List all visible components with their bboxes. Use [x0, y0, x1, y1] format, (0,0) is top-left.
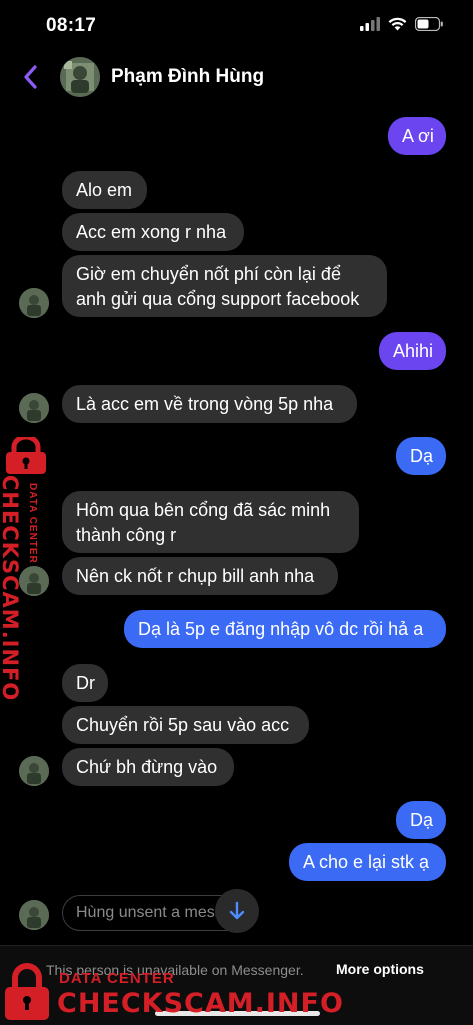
message-text: A cho e lại stk ạ	[303, 852, 430, 872]
message-text-line: thành công r	[76, 525, 177, 545]
arrow-down-icon	[229, 901, 245, 920]
message-text: Nên ck nốt r chụp bill anh nha	[76, 566, 315, 586]
message-bubble-incoming[interactable]: Chuyển rồi 5p sau vào acc	[62, 706, 309, 744]
contact-avatar-small[interactable]	[19, 393, 49, 423]
wifi-icon	[388, 17, 407, 31]
conversation-header: Phạm Đình Hùng	[0, 52, 473, 104]
back-button[interactable]	[20, 64, 42, 90]
message-text: Chứ bh đừng vào	[76, 757, 218, 777]
chevron-left-icon	[24, 65, 37, 89]
message-bubble-incoming[interactable]: Giờ em chuyển nốt phí còn lại để anh gửi…	[62, 255, 387, 317]
message-bubble-outgoing[interactable]: Ahihi	[379, 332, 446, 370]
more-options-link[interactable]: More options	[336, 961, 424, 977]
contact-avatar-small[interactable]	[19, 566, 49, 596]
watermark-text-small: DATA CENTER	[59, 970, 175, 987]
clock: 08:17	[46, 15, 97, 36]
message-text: Dạ là 5p e đăng nhập vô dc rồi hả a	[138, 619, 424, 639]
watermark-lock-icon	[6, 437, 46, 474]
avatar-image	[19, 288, 49, 318]
message-text: Chuyển rồi 5p sau vào acc	[76, 715, 290, 735]
message-text: Acc em xong r nha	[76, 222, 227, 242]
avatar-image	[19, 566, 49, 596]
avatar-image	[19, 756, 49, 786]
contact-avatar-small[interactable]	[19, 756, 49, 786]
signal-icon	[360, 17, 380, 31]
message-text-line: Hôm qua bên cổng đã sác minh	[76, 500, 331, 520]
message-bubble-incoming[interactable]: Dr	[62, 664, 108, 702]
message-bubble-outgoing[interactable]: Dạ	[396, 801, 446, 839]
message-text: Alo em	[76, 180, 133, 200]
message-bubble-outgoing[interactable]: Dạ	[396, 437, 446, 475]
contact-avatar-small[interactable]	[19, 288, 49, 318]
message-bubble-outgoing[interactable]: A ơi	[388, 117, 446, 155]
message-bubble-incoming[interactable]: Alo em	[62, 171, 147, 209]
message-text: Dạ	[410, 446, 434, 466]
message-bubble-incoming[interactable]: Acc em xong r nha	[62, 213, 244, 251]
message-bubble-outgoing[interactable]: Dạ là 5p e đăng nhập vô dc rồi hả a	[124, 610, 446, 648]
message-text-line: Giờ em chuyển nốt phí còn lại để	[76, 264, 341, 284]
message-text: Ahihi	[393, 341, 434, 361]
status-bar: 08:17	[0, 0, 473, 52]
watermark-text-small: DATA CENTER	[27, 483, 38, 564]
message-text: Dr	[76, 673, 95, 693]
contact-avatar[interactable]	[60, 57, 100, 97]
message-bubble-incoming[interactable]: Là acc em về trong vòng 5p nha	[62, 385, 357, 423]
message-text: Là acc em về trong vòng 5p nha	[76, 394, 334, 414]
contact-avatar-small[interactable]	[19, 900, 49, 930]
scroll-to-bottom-button[interactable]	[215, 889, 259, 933]
watermark-text-large: CHECKSCAM.INFO	[0, 475, 22, 702]
battery-icon	[415, 17, 443, 31]
message-text: A ơi	[402, 126, 434, 146]
avatar-image	[19, 393, 49, 423]
contact-name[interactable]: Phạm Đình Hùng	[111, 66, 264, 88]
message-bubble-incoming[interactable]: Chứ bh đừng vào	[62, 748, 234, 786]
avatar-image	[19, 900, 49, 930]
message-bubble-outgoing[interactable]: A cho e lại stk ạ	[289, 843, 446, 881]
message-text-line: anh gửi qua cổng support facebook	[76, 289, 360, 309]
avatar-image	[60, 57, 100, 97]
watermark-lock-icon	[5, 963, 49, 1020]
message-text: Dạ	[410, 810, 434, 830]
message-bubble-incoming[interactable]: Nên ck nốt r chụp bill anh nha	[62, 557, 338, 595]
watermark-text-large: CHECKSCAM.INFO	[57, 988, 344, 1019]
message-bubble-incoming[interactable]: Hôm qua bên cổng đã sác minh thành công …	[62, 491, 359, 553]
status-icons	[360, 17, 443, 31]
